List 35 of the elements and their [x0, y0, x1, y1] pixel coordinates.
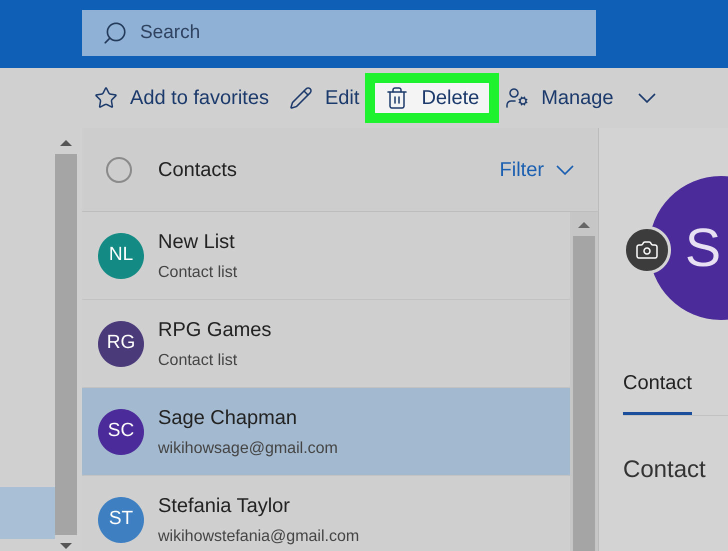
toolbar-button[interactable]: Add to favorites: [94, 83, 269, 113]
contact-detail: wikihowsage@gmail.com: [158, 438, 338, 458]
contact-name: New List: [158, 230, 236, 254]
avatar-initials: S: [685, 221, 722, 275]
select-all-checkbox[interactable]: [106, 156, 132, 182]
filter-button[interactable]: Filter: [500, 154, 574, 184]
scroll-up-icon: [60, 140, 72, 146]
scroll-up-icon: [578, 222, 590, 228]
pencil-icon: [288, 86, 313, 110]
toolbar-button[interactable]: Manage: [505, 83, 656, 113]
contact-name: Sage Chapman: [158, 406, 298, 430]
scroll-down-icon: [60, 543, 72, 549]
user-gear-icon: [505, 86, 530, 110]
contact-avatar: ST: [98, 496, 144, 542]
search-icon: [102, 20, 128, 46]
contact-avatar: SC: [98, 408, 144, 454]
contact-detail: Contact list: [158, 262, 238, 282]
contact-detail: wikihowstefania@gmail.com: [158, 526, 360, 546]
toolbar-button[interactable]: Edit: [288, 83, 360, 113]
trash-icon: [385, 86, 410, 110]
search-field[interactable]: Search: [82, 10, 596, 56]
contact-name: RPG Games: [158, 318, 272, 342]
toolbar-button[interactable]: Delete: [365, 73, 500, 123]
list-title: Contacts: [158, 158, 238, 182]
contact-name: Stefania Taylor: [158, 494, 291, 518]
contact-row[interactable]: SC Sage Chapman wikihowsage@gmail.com: [82, 388, 570, 476]
contact-avatar: RG: [98, 320, 144, 366]
folder-item-highlight: [0, 487, 55, 539]
section-title: Contact: [623, 455, 707, 485]
chevron-down-icon: [556, 164, 574, 174]
star-icon: [94, 86, 118, 110]
contact-avatar: NL: [98, 232, 144, 278]
search-input[interactable]: Search: [140, 18, 440, 48]
contact-detail: Contact list: [158, 350, 238, 370]
detail-tab[interactable]: Contact: [623, 368, 692, 415]
